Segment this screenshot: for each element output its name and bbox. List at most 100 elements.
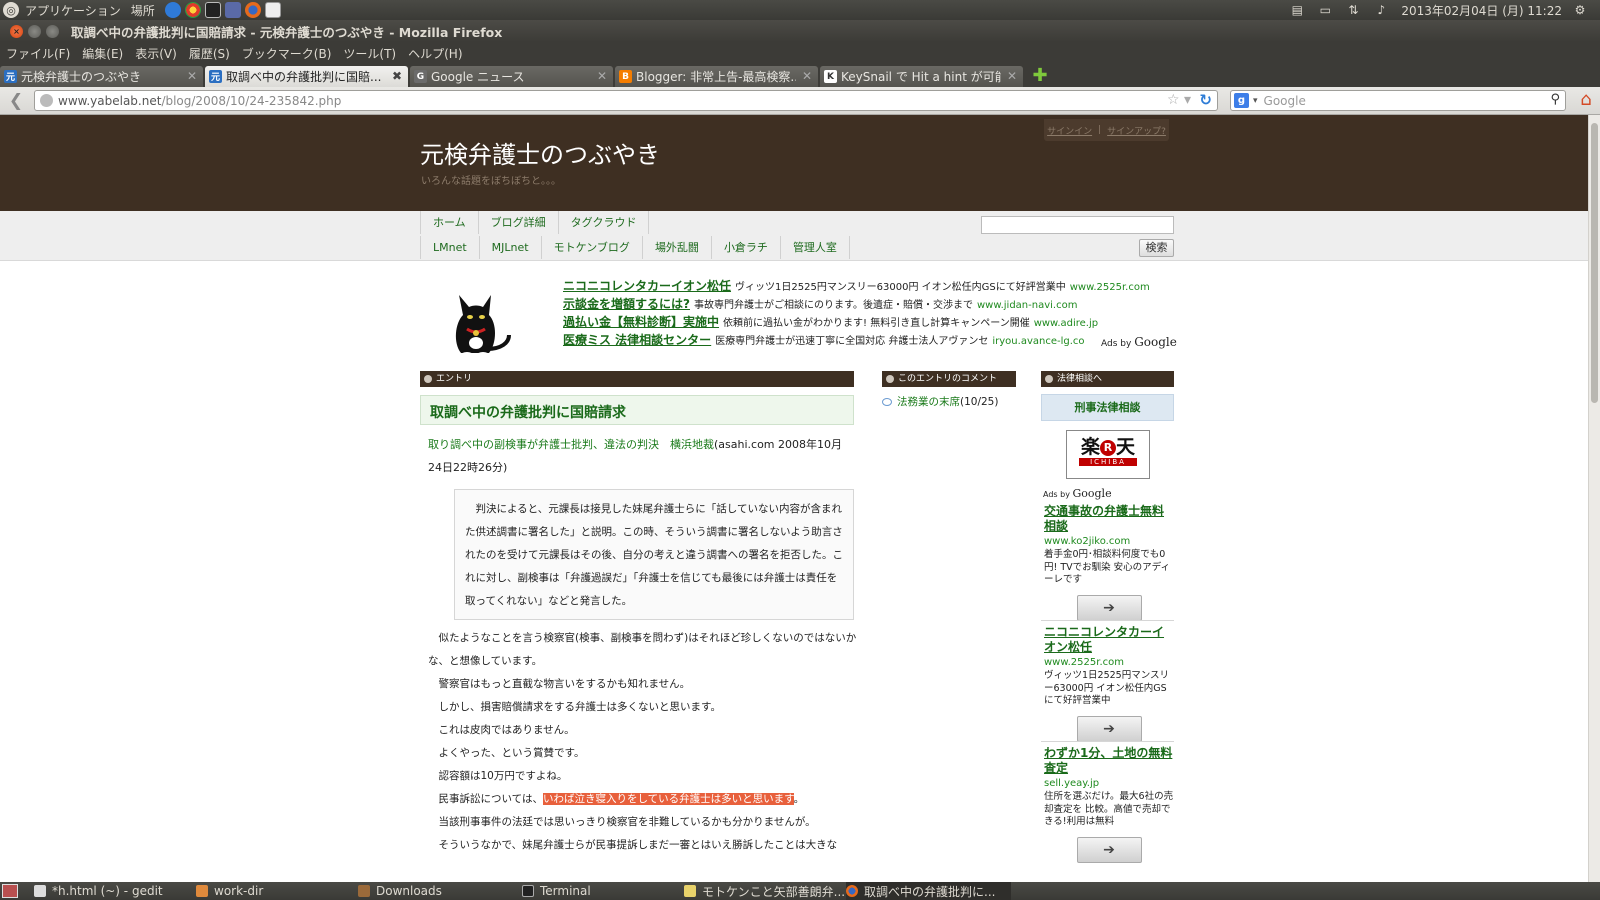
task-motoken-note[interactable]: モトケンこと矢部善朗弁... [684,882,845,900]
chrome-launcher-icon[interactable] [184,2,201,18]
places-menu[interactable]: 場所 [131,2,155,19]
task-downloads[interactable]: Downloads [358,882,442,900]
back-arrow-icon[interactable]: ❮ [6,91,26,111]
applications-menu[interactable]: アプリケーション [25,2,121,19]
window-maximize-button[interactable] [46,24,59,38]
new-tab-plus-icon[interactable]: ✚ [1029,67,1051,86]
rakuten-ichiba-banner[interactable]: 楽R天 ICHIBA [1066,430,1150,479]
url-bar[interactable]: www.yabelab.net/blog/2008/10/24-235842.p… [34,90,1218,111]
nav-admin-room[interactable]: 管理人室 [779,236,850,259]
ad-title-link[interactable]: 医療ミス 法律相談センター [563,333,711,347]
rakuten-ichiba-label: ICHIBA [1079,458,1137,466]
entry-source-link[interactable]: 取り調べ中の副検事が弁護士批判、違法の判決 横浜地裁 [428,438,714,451]
tab-close-icon[interactable]: ✕ [597,69,607,83]
nav-home[interactable]: ホーム [420,211,478,234]
side-ad-title-link[interactable]: わずか1分、土地の無料査定 [1044,746,1174,776]
ubuntu-logo-icon[interactable]: ◎ [3,2,19,18]
notes-tray-icon[interactable]: ▤ [1289,3,1305,17]
side-ad-url-link[interactable]: www.2525r.com [1044,657,1174,668]
menu-view[interactable]: 表示(V) [135,45,177,62]
signup-link[interactable]: サインアップ? [1107,124,1166,137]
firefox-launcher-icon[interactable] [244,2,261,18]
side-ad-arrow-button[interactable]: ➔ [1076,594,1142,621]
terminal-launcher-icon[interactable] [204,2,221,18]
window-minimize-button[interactable] [28,24,41,38]
home-icon[interactable]: ⌂ [1576,90,1596,110]
menu-file[interactable]: ファイル(F) [6,45,70,62]
tab-entry-active[interactable]: 元 取調べ中の弁護批判に国賠... ✖ [205,66,408,87]
ad-url-link[interactable]: iryou.avance-lg.co [992,336,1084,347]
ad-url-link[interactable]: www.jidan-navi.com [977,300,1077,311]
menu-bookmarks[interactable]: ブックマーク(B) [242,45,332,62]
nav-ogura-rachi[interactable]: 小倉ラチ [710,236,780,259]
ad-title-link[interactable]: 示談金を増額するには? [563,297,690,311]
reload-icon[interactable]: ↻ [1199,91,1212,109]
engine-dropdown-icon[interactable]: ▾ [1253,96,1258,106]
nav-lmnet[interactable]: LMnet [420,236,479,259]
menu-help[interactable]: ヘルプ(H) [408,45,462,62]
session-gear-icon[interactable]: ⚙ [1572,3,1588,17]
blog-title[interactable]: 元検弁護士のつぶやき [420,135,660,170]
ad-url-link[interactable]: www.adire.jp [1034,318,1098,329]
task-gedit[interactable]: *h.html (~) - gedit [34,882,163,900]
tab-blogger[interactable]: B Blogger: 非常上告-最高検察... ✕ [615,66,818,87]
blog-search-button[interactable]: 検索 [1139,239,1174,257]
tab-yabelab-home[interactable]: 元 元検弁護士のつぶやき ✕ [0,66,203,87]
chromium-launcher-icon[interactable] [164,2,181,18]
bookmark-star-icon[interactable]: ☆ ▾ [1167,92,1191,108]
menu-tools[interactable]: ツール(T) [343,45,396,62]
google-search-engine-icon[interactable]: g [1234,93,1249,108]
side-ad-description: 着手金0円･相談料何度でも0円! TVでお馴染 安心のアディーレです [1044,549,1170,585]
web-search-input[interactable]: g ▾ Google ⚲ [1230,90,1566,111]
tab-google-news[interactable]: G Google ニュース ✕ [410,66,613,87]
window-close-button[interactable]: × [10,24,23,38]
comment-author-link[interactable]: 法務業の末席 [897,394,960,409]
side-ad-url-link[interactable]: www.ko2jiko.com [1044,536,1174,547]
side-ad-arrow-button[interactable]: ➔ [1076,836,1142,863]
nav-jougai-ranto[interactable]: 場外乱闘 [641,236,711,259]
nav-blog-detail[interactable]: ブログ詳細 [477,211,558,234]
signin-link[interactable]: サインイン [1047,124,1092,137]
scrollbar-thumb[interactable] [1591,123,1598,403]
tab-close-icon[interactable]: ✕ [1007,69,1017,83]
nav-motoken-blog[interactable]: モトケンブログ [540,236,642,259]
tab-close-icon[interactable]: ✖ [392,69,402,83]
ads-by-google-link[interactable]: Ads by Google [1101,335,1177,349]
tab-close-icon[interactable]: ✕ [802,69,812,83]
text-editor-launcher-icon[interactable] [264,2,281,18]
side-ad-title-link[interactable]: 交通事故の弁護士無料相談 [1044,504,1174,534]
task-firefox-active[interactable]: 取調べ中の弁護批判に... [846,882,1012,900]
search-magnifier-icon[interactable]: ⚲ [1550,92,1560,107]
ad-description: 医療専門弁護士が迅速丁寧に全国対応 弁護士法人アヴァンセ [715,336,989,347]
ad-title-link[interactable]: 過払い金【無料診断】実施中 [563,315,719,329]
show-desktop-icon[interactable] [2,884,18,898]
side-ad-arrow-button[interactable]: ➔ [1076,715,1142,742]
criminal-legal-consult-link[interactable]: 刑事法律相談 [1041,394,1174,421]
side-ad-url-link[interactable]: sell.yeay.jp [1044,778,1174,789]
panel-clock[interactable]: 2013年02月04日 (月) 11:22 [1401,2,1562,19]
entry-title[interactable]: 取調べ中の弁護批判に国賠請求 [430,402,626,422]
site-identity-icon[interactable] [40,94,53,107]
nav-mjlnet[interactable]: MJLnet [478,236,541,259]
menu-edit[interactable]: 編集(E) [82,45,123,62]
tab-keysnail[interactable]: K KeySnail で Hit a hint が可能... ✕ [820,66,1023,87]
text-selection-highlight[interactable]: いわば泣き寝入りをしている弁護士は多いと思います [542,793,794,805]
comment-bubble-icon [882,397,892,406]
ad-title-link[interactable]: ニコニコレンタカーイオン松任 [563,279,731,293]
network-tray-icon[interactable]: ⇅ [1345,3,1361,17]
side-ad-title-link[interactable]: ニコニコレンタカーイオン松任 [1044,625,1174,655]
volume-tray-icon[interactable]: ♪ [1373,3,1389,17]
body-paragraph: しかし、損害賠償請求をする弁護士は多くないと思います。 [428,701,721,713]
tab-close-icon[interactable]: ✕ [187,69,197,83]
battery-tray-icon[interactable]: ▭ [1317,3,1333,17]
folder-icon [196,885,208,897]
ads-by-google-link[interactable]: Ads by Google [1043,487,1112,500]
ad-url-link[interactable]: www.2525r.com [1070,282,1150,293]
nav-tag-cloud[interactable]: タグクラウド [557,211,650,234]
task-work-dir[interactable]: work-dir [196,882,263,900]
eclipse-launcher-icon[interactable] [224,2,241,18]
menu-history[interactable]: 履歴(S) [189,45,230,62]
page-scrollbar[interactable] [1588,115,1600,882]
blog-search-input[interactable] [981,216,1174,234]
task-terminal[interactable]: Terminal [522,882,591,900]
